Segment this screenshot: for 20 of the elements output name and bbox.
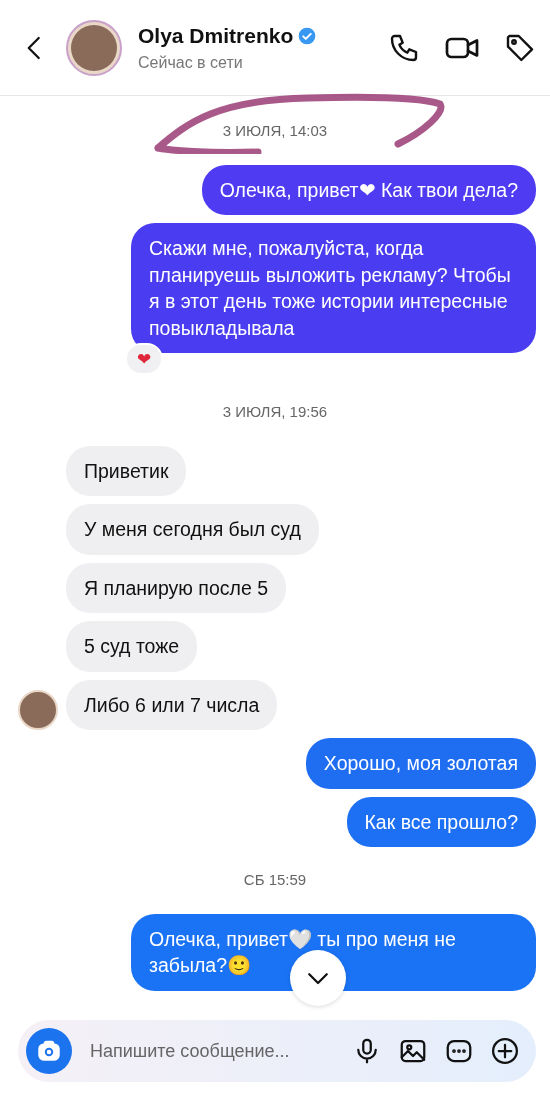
date-divider: 3 ИЮЛЯ, 19:56 — [221, 402, 329, 423]
plus-icon[interactable] — [490, 1036, 520, 1066]
message-bubble: 5 суд тоже — [66, 621, 198, 672]
contact-name: Olya Dmitrenko — [138, 22, 294, 49]
date-divider: 3 ИЮЛЯ, 14:03 — [221, 121, 329, 141]
message-bubble: Я планирую после 5 — [66, 562, 286, 614]
message-bubble: Хорошо, моя золотая — [305, 738, 536, 789]
camera-button[interactable] — [26, 1028, 72, 1074]
avatar[interactable] — [66, 19, 122, 76]
message-bubble: Олечка, привет❤ Как твои дела? — [201, 164, 536, 215]
date-divider: СБ 15:59 — [242, 870, 308, 891]
message-bubble: У меня сегодня был суд — [66, 504, 319, 555]
message-input-field[interactable]: Напишите сообщение... — [88, 1036, 336, 1066]
reaction-badge: ❤ — [125, 343, 163, 376]
message-bubble: Либо 6 или 7 числа — [66, 679, 278, 731]
message-bubble: Олечка, привет🤍 ты про меня не забыла?🙂 — [131, 913, 536, 991]
camera-icon — [36, 1038, 62, 1064]
message-bubble: Приветик — [66, 445, 187, 497]
message-bubble: Как все прошло? — [346, 796, 536, 848]
status-text: Сейчас в сети — [138, 53, 244, 74]
